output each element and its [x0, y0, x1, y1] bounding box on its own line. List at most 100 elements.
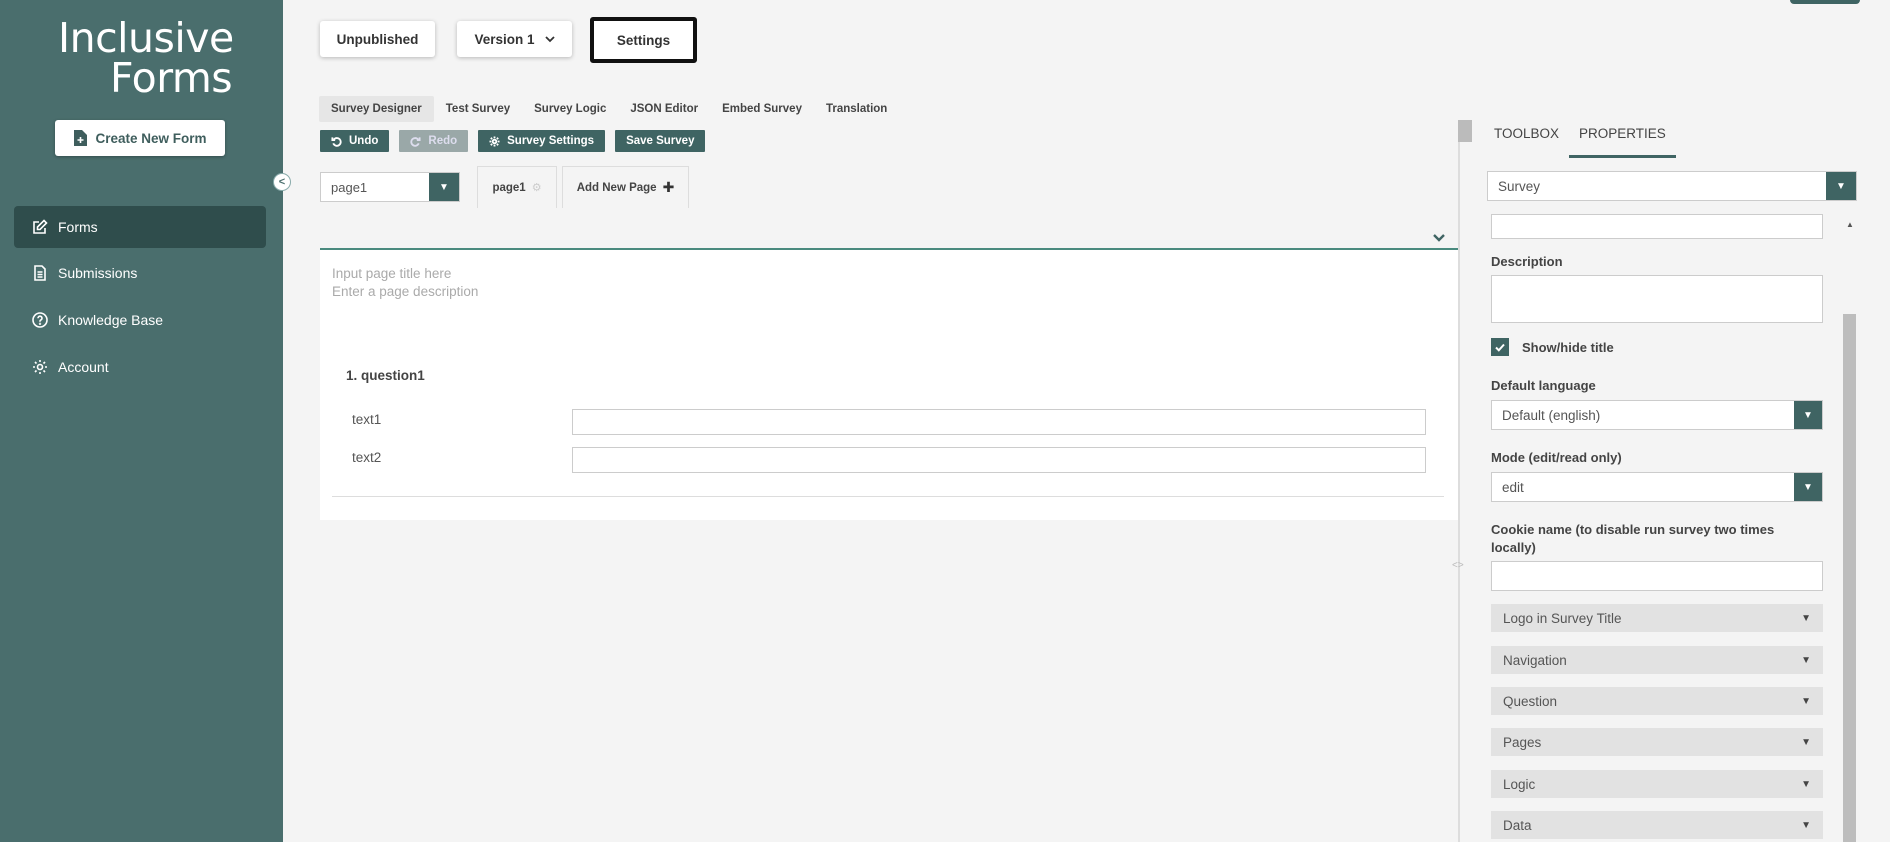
cookie-name-input[interactable]: [1491, 561, 1823, 591]
scrollbar-thumb[interactable]: [1843, 314, 1856, 842]
chevron-down-icon: ▼: [1801, 654, 1811, 666]
object-select-value: Survey: [1498, 179, 1541, 194]
tab-survey-logic[interactable]: Survey Logic: [522, 96, 618, 122]
designer-tabs: Survey Designer Test Survey Survey Logic…: [319, 96, 899, 122]
chevron-down-icon[interactable]: ▼: [1826, 172, 1856, 200]
row-label-text1: text1: [352, 412, 382, 427]
redo-icon: [410, 136, 421, 147]
checkmark-icon: [1495, 343, 1505, 352]
section-label: Logic: [1503, 776, 1536, 792]
page-settings-icon[interactable]: ⚙: [532, 181, 542, 194]
page-select[interactable]: page1 ▼: [320, 172, 460, 202]
panel-tabs: TOOLBOX PROPERTIES: [1494, 120, 1676, 158]
section-logo-in-survey-title[interactable]: Logo in Survey Title ▼: [1491, 604, 1823, 632]
text2-input[interactable]: [572, 447, 1426, 473]
undo-label: Undo: [349, 135, 379, 147]
survey-settings-label: Survey Settings: [507, 135, 595, 147]
redo-label: Redo: [428, 135, 458, 147]
file-plus-icon: [74, 130, 88, 146]
mode-label: Mode (edit/read only): [1491, 450, 1622, 465]
cookie-name-label: Cookie name (to disable run survey two t…: [1491, 522, 1775, 555]
add-new-page-label: Add New Page: [576, 181, 657, 194]
section-logic[interactable]: Logic ▼: [1491, 770, 1823, 798]
section-data[interactable]: Data ▼: [1491, 811, 1823, 839]
show-title-label: Show/hide title: [1522, 340, 1614, 355]
add-new-page-button[interactable]: Add New Page ✚: [562, 166, 689, 208]
page-tab-page1[interactable]: page1 ⚙: [477, 166, 557, 208]
undo-icon: [331, 136, 342, 147]
sidebar-item-submissions[interactable]: Submissions: [14, 252, 266, 294]
designer-toolbar: Undo Redo Survey Settings Save Survey: [320, 130, 706, 152]
page-tab-label: page1: [492, 181, 526, 194]
create-new-form-button[interactable]: Create New Form: [55, 120, 225, 156]
section-question[interactable]: Question ▼: [1491, 687, 1823, 715]
sidebar-item-label: Knowledge Base: [58, 312, 164, 328]
chevron-down-icon: ▼: [1801, 819, 1811, 831]
help-circle-icon: [32, 312, 48, 328]
logo[interactable]: Inclusive Forms: [58, 18, 234, 102]
tab-test-survey[interactable]: Test Survey: [434, 96, 522, 122]
chevron-down-icon: ▼: [1801, 778, 1811, 790]
collapse-glyph: <: [278, 176, 286, 188]
chevron-down-icon: [544, 35, 555, 42]
splitter-handle[interactable]: [1458, 120, 1472, 142]
sidebar-item-account[interactable]: Account: [14, 346, 266, 388]
top-right-corner-tab[interactable]: [1790, 0, 1860, 4]
save-survey-button[interactable]: Save Survey: [615, 130, 706, 152]
section-navigation[interactable]: Navigation ▼: [1491, 646, 1823, 674]
survey-settings-button[interactable]: Survey Settings: [478, 130, 606, 152]
collapse-chevron-icon[interactable]: [1432, 232, 1446, 244]
sidebar-item-knowledge-base[interactable]: Knowledge Base: [14, 299, 266, 341]
chevron-down-icon: ▼: [1801, 612, 1811, 624]
version-dropdown[interactable]: Version 1: [457, 21, 572, 57]
section-label: Data: [1503, 817, 1532, 833]
page-title-placeholder[interactable]: Input page title here: [332, 266, 451, 281]
question-title[interactable]: 1. question1: [346, 368, 425, 383]
tab-embed-survey[interactable]: Embed Survey: [710, 96, 814, 122]
tab-translation[interactable]: Translation: [814, 96, 899, 122]
divider: [332, 496, 1444, 497]
show-title-checkbox[interactable]: [1491, 338, 1509, 356]
undo-button[interactable]: Undo: [320, 130, 390, 152]
tab-json-editor[interactable]: JSON Editor: [618, 96, 710, 122]
save-survey-label: Save Survey: [626, 135, 695, 147]
default-language-select[interactable]: Default (english) ▼: [1491, 400, 1823, 430]
row-label-text2: text2: [352, 450, 382, 465]
text1-input[interactable]: [572, 409, 1426, 435]
panel-splitter[interactable]: [1458, 120, 1460, 842]
logo-line-2: Forms: [110, 54, 233, 102]
sidebar-item-forms[interactable]: Forms: [14, 206, 266, 248]
page-select-value: page1: [331, 180, 368, 195]
collapse-sidebar-button[interactable]: <: [273, 173, 291, 191]
scroll-up-icon[interactable]: ▲: [1846, 220, 1854, 229]
publish-status-label: Unpublished: [336, 31, 419, 47]
section-label: Pages: [1503, 734, 1542, 750]
settings-label: Settings: [616, 32, 671, 48]
section-pages[interactable]: Pages ▼: [1491, 728, 1823, 756]
tab-properties[interactable]: PROPERTIES: [1569, 120, 1676, 158]
sidebar-item-label: Account: [58, 359, 109, 375]
splitter-grip-icon[interactable]: <>: [1452, 560, 1464, 571]
document-icon: [34, 265, 46, 281]
chevron-down-icon[interactable]: ▼: [1794, 401, 1822, 429]
section-label: Question: [1503, 693, 1558, 709]
mode-value: edit: [1502, 480, 1524, 495]
default-language-value: Default (english): [1502, 408, 1601, 423]
sidebar-item-label: Submissions: [58, 265, 138, 281]
page-description-placeholder[interactable]: Enter a page description: [332, 284, 478, 299]
object-select[interactable]: Survey ▼: [1487, 171, 1857, 201]
chevron-down-icon[interactable]: ▼: [1794, 473, 1822, 501]
chevron-down-icon[interactable]: ▼: [429, 173, 459, 201]
redo-button[interactable]: Redo: [399, 130, 469, 152]
mode-select[interactable]: edit ▼: [1491, 472, 1823, 502]
settings-button[interactable]: Settings: [590, 17, 697, 63]
plus-icon: ✚: [662, 179, 675, 195]
description-label: Description: [1491, 254, 1563, 269]
properties-scrollbar[interactable]: ▲: [1843, 218, 1856, 842]
description-textarea[interactable]: [1491, 275, 1823, 323]
title-input[interactable]: [1491, 214, 1823, 239]
sidebar: Inclusive Forms Create New Form Forms Su…: [0, 0, 283, 842]
publish-status-button[interactable]: Unpublished: [320, 21, 435, 57]
tab-survey-designer[interactable]: Survey Designer: [319, 96, 434, 122]
tab-toolbox[interactable]: TOOLBOX: [1494, 120, 1559, 158]
